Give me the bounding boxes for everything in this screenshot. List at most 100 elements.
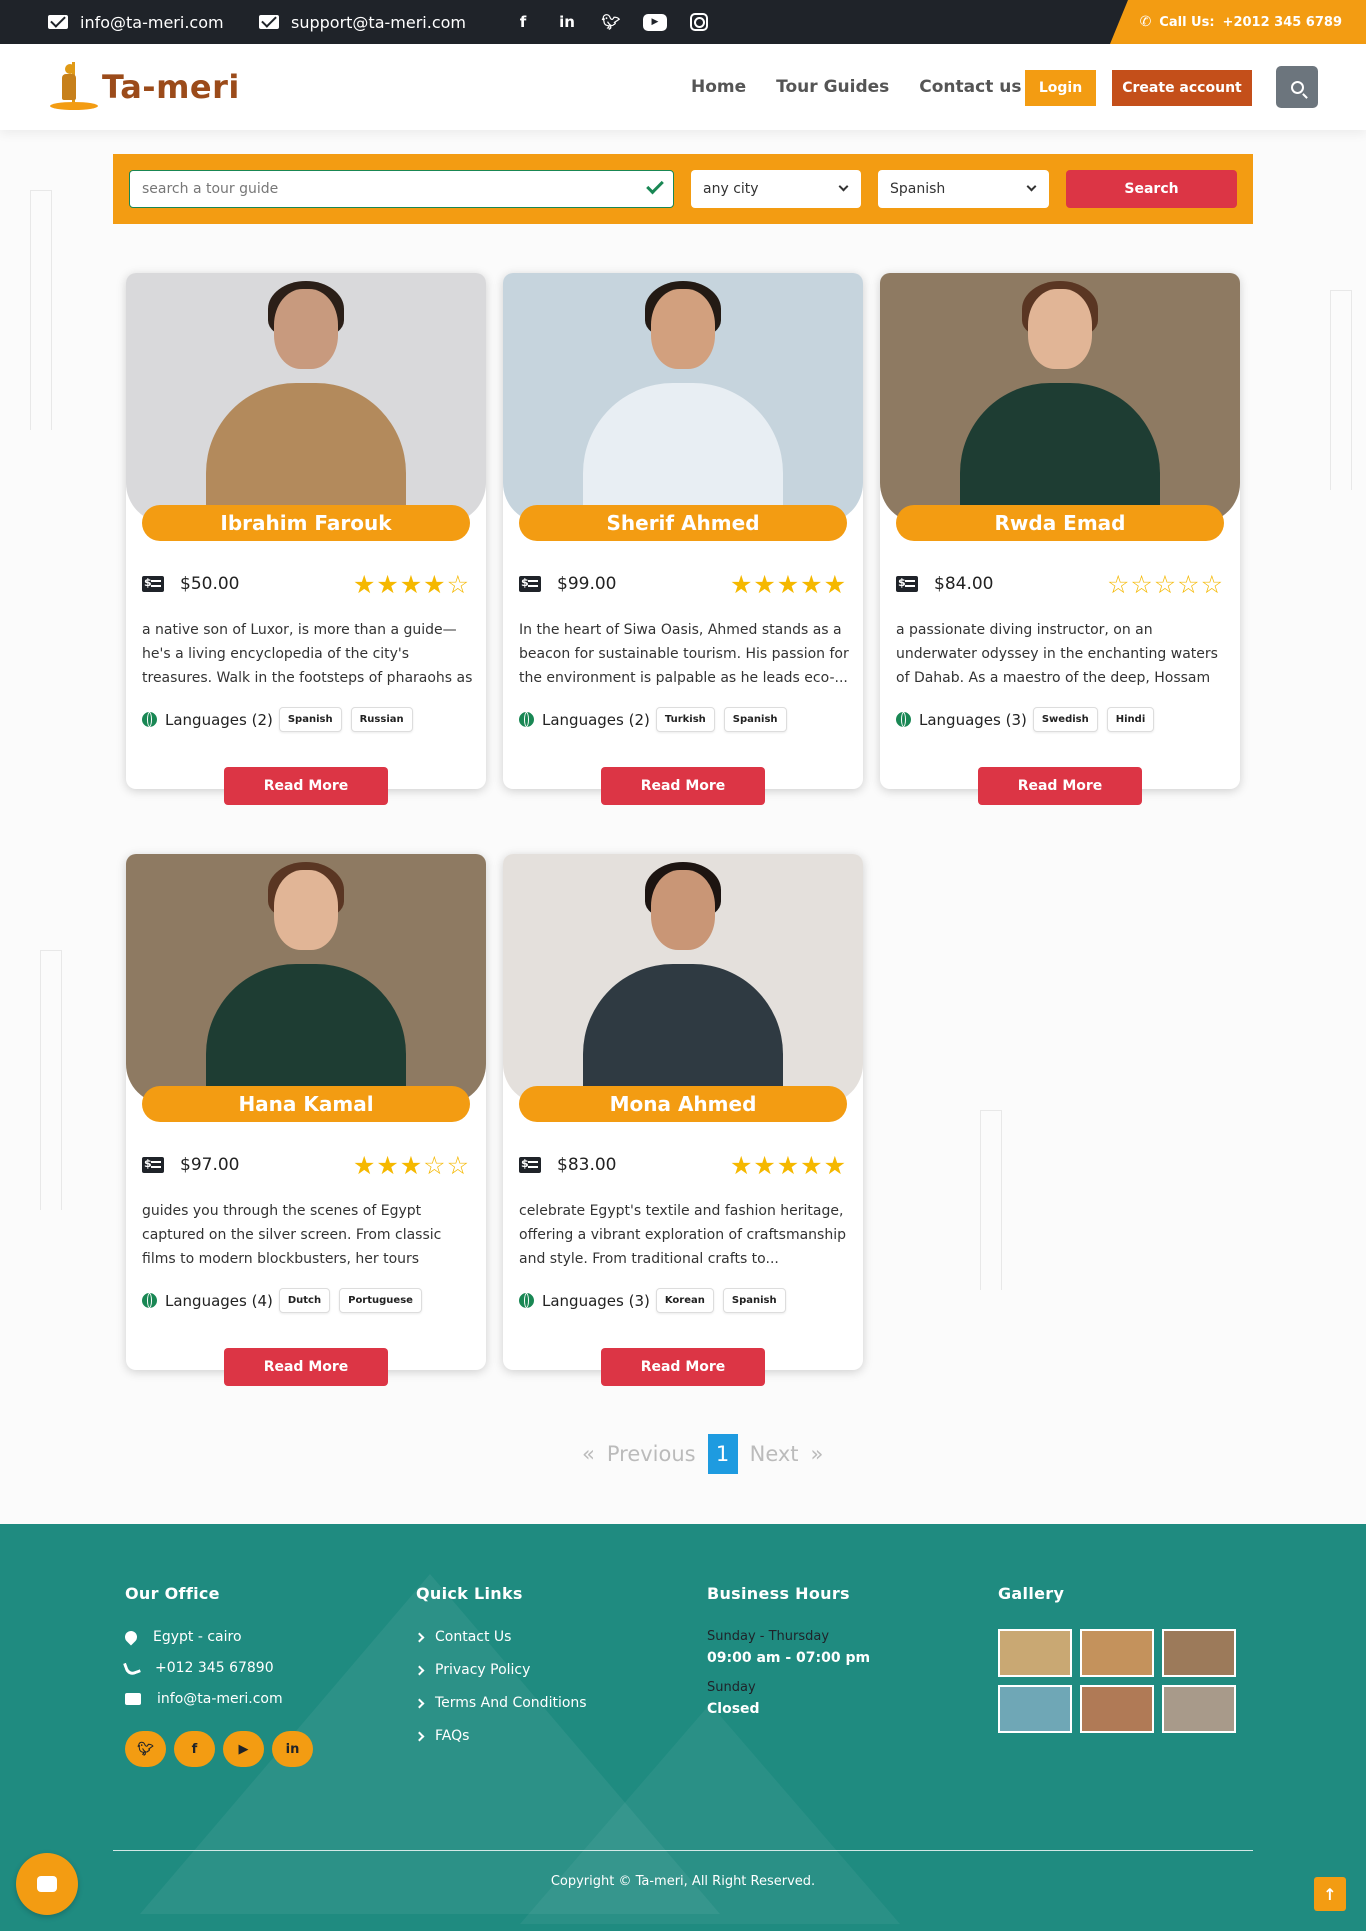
money-bill-icon xyxy=(142,576,164,592)
hours-time: Closed xyxy=(707,1701,760,1717)
youtube-icon[interactable]: ▶ xyxy=(223,1731,264,1767)
call-us-bar[interactable]: ✆ Call Us: +2012 345 6789 xyxy=(1110,0,1366,44)
chevron-right-icon xyxy=(414,1731,425,1741)
price-rating-row: $50.00 ★★★★☆ xyxy=(142,569,470,599)
star-rating: ★★★★☆ xyxy=(352,569,470,599)
phone-text: +012 345 67890 xyxy=(155,1660,274,1676)
languages-count: Languages (3) xyxy=(542,1291,650,1310)
guide-name: Hana Kamal xyxy=(142,1086,470,1122)
gallery-thumbnail[interactable] xyxy=(1080,1629,1154,1677)
create-account-button[interactable]: Create account xyxy=(1112,70,1252,106)
chevron-right-icon xyxy=(414,1632,425,1642)
top-socials: f in 🐦︎ ▶ xyxy=(508,0,714,44)
language-tag: Dutch xyxy=(278,1288,331,1313)
phone-icon xyxy=(123,1659,141,1677)
nav-home[interactable]: Home xyxy=(691,77,746,97)
guide-name: Sherif Ahmed xyxy=(519,505,847,541)
footer-link-terms[interactable]: Terms And Conditions xyxy=(414,1695,587,1711)
twitter-icon[interactable]: 🐦︎ xyxy=(596,11,626,33)
guide-search-input[interactable]: search a tour guide xyxy=(129,170,674,208)
gallery-thumbnail[interactable] xyxy=(998,1685,1072,1733)
language-select[interactable]: Spanish xyxy=(878,170,1049,208)
info-email-text: info@ta-meri.com xyxy=(80,12,224,32)
linkedin-icon[interactable]: in xyxy=(552,11,582,33)
guide-name: Ibrahim Farouk xyxy=(142,505,470,541)
facebook-icon[interactable]: f xyxy=(174,1731,215,1767)
price-rating-row: $83.00 ★★★★★ xyxy=(519,1150,847,1180)
obelisk-decoration xyxy=(40,950,62,1210)
next-page-link[interactable]: Next xyxy=(750,1442,799,1466)
logo[interactable]: Ta-meri xyxy=(48,58,240,116)
nav-links: Home Tour Guides Contact us xyxy=(691,44,1051,130)
language-tag: Portuguese xyxy=(339,1288,422,1313)
guide-name: Mona Ahmed xyxy=(519,1086,847,1122)
guide-photo xyxy=(126,273,486,523)
support-email-contact[interactable]: support@ta-meri.com xyxy=(259,0,466,44)
money-bill-icon xyxy=(896,576,918,592)
login-button[interactable]: Login xyxy=(1025,70,1096,106)
star-rating: ★★★★★ xyxy=(729,1150,847,1180)
location-pin-icon xyxy=(122,1628,140,1646)
call-number: +2012 345 6789 xyxy=(1222,14,1342,30)
info-email-contact[interactable]: info@ta-meri.com xyxy=(48,0,224,44)
footer-link-privacy[interactable]: Privacy Policy xyxy=(414,1662,587,1678)
guide-price: $97.00 xyxy=(180,1155,240,1175)
search-button[interactable]: Search xyxy=(1066,170,1237,208)
read-more-button[interactable]: Read More xyxy=(978,767,1142,805)
guide-search-bar: search a tour guide any city Spanish Sea… xyxy=(113,154,1253,224)
city-select[interactable]: any city xyxy=(691,170,861,208)
youtube-icon[interactable]: ▶ xyxy=(643,13,667,31)
search-placeholder: search a tour guide xyxy=(142,181,279,197)
footer-link-label: FAQs xyxy=(435,1728,470,1744)
chat-button[interactable] xyxy=(16,1853,78,1915)
globe-icon xyxy=(519,1293,534,1308)
guide-languages: Languages (4) Dutch Portuguese xyxy=(142,1288,431,1313)
gallery-thumbnail[interactable] xyxy=(998,1629,1072,1677)
call-label: Call Us: xyxy=(1159,14,1215,30)
back-to-top-button[interactable]: ↑ xyxy=(1314,1877,1346,1911)
gallery-thumbnail[interactable] xyxy=(1162,1629,1236,1677)
globe-icon xyxy=(519,712,534,727)
guide-description: a passionate diving instructor, on an un… xyxy=(896,622,1218,686)
linkedin-icon[interactable]: in xyxy=(272,1731,313,1767)
language-tag: Hindi xyxy=(1106,707,1155,732)
read-more-button[interactable]: Read More xyxy=(224,1348,388,1386)
hours-title: Business Hours xyxy=(707,1584,850,1603)
footer-link-faqs[interactable]: FAQs xyxy=(414,1728,587,1744)
office-address: Egypt - cairo xyxy=(122,1628,313,1646)
footer-link-contact[interactable]: Contact Us xyxy=(414,1629,587,1645)
search-icon xyxy=(1290,80,1304,94)
office-title: Our Office xyxy=(125,1584,220,1603)
logo-text: Ta-meri xyxy=(102,68,240,106)
gallery-thumbnail[interactable] xyxy=(1080,1685,1154,1733)
last-page-link[interactable]: » xyxy=(811,1442,824,1466)
navbar-search-button[interactable] xyxy=(1276,66,1318,108)
hours-days: Sunday - Thursday xyxy=(707,1629,830,1644)
instagram-icon[interactable] xyxy=(690,13,708,31)
languages-count: Languages (2) xyxy=(165,710,273,729)
pharaoh-logo-icon xyxy=(48,58,100,116)
language-tag: Spanish xyxy=(723,707,787,732)
language-tag: Spanish xyxy=(722,1288,786,1313)
read-more-button[interactable]: Read More xyxy=(224,767,388,805)
read-more-button[interactable]: Read More xyxy=(601,767,765,805)
gallery-thumbnail[interactable] xyxy=(1162,1685,1236,1733)
email-text: info@ta-meri.com xyxy=(157,1691,283,1707)
read-more-button[interactable]: Read More xyxy=(601,1348,765,1386)
footer-link-label: Contact Us xyxy=(435,1629,512,1645)
facebook-icon[interactable]: f xyxy=(508,11,538,33)
office-email: info@ta-meri.com xyxy=(125,1691,313,1707)
twitter-icon[interactable]: 🐦︎ xyxy=(125,1731,166,1767)
obelisk-decoration xyxy=(980,1110,1002,1290)
guide-photo xyxy=(503,273,863,523)
language-tag: Korean xyxy=(655,1288,714,1313)
chevron-down-icon xyxy=(1026,181,1037,192)
nav-tour-guides[interactable]: Tour Guides xyxy=(776,77,889,97)
check-icon xyxy=(646,176,664,195)
globe-icon xyxy=(142,1293,157,1308)
first-page-link[interactable]: « xyxy=(582,1442,595,1466)
nav-contact-us[interactable]: Contact us xyxy=(919,77,1021,97)
previous-page-link[interactable]: Previous xyxy=(607,1442,696,1466)
gallery-grid xyxy=(998,1629,1236,1733)
current-page[interactable]: 1 xyxy=(707,1434,738,1474)
